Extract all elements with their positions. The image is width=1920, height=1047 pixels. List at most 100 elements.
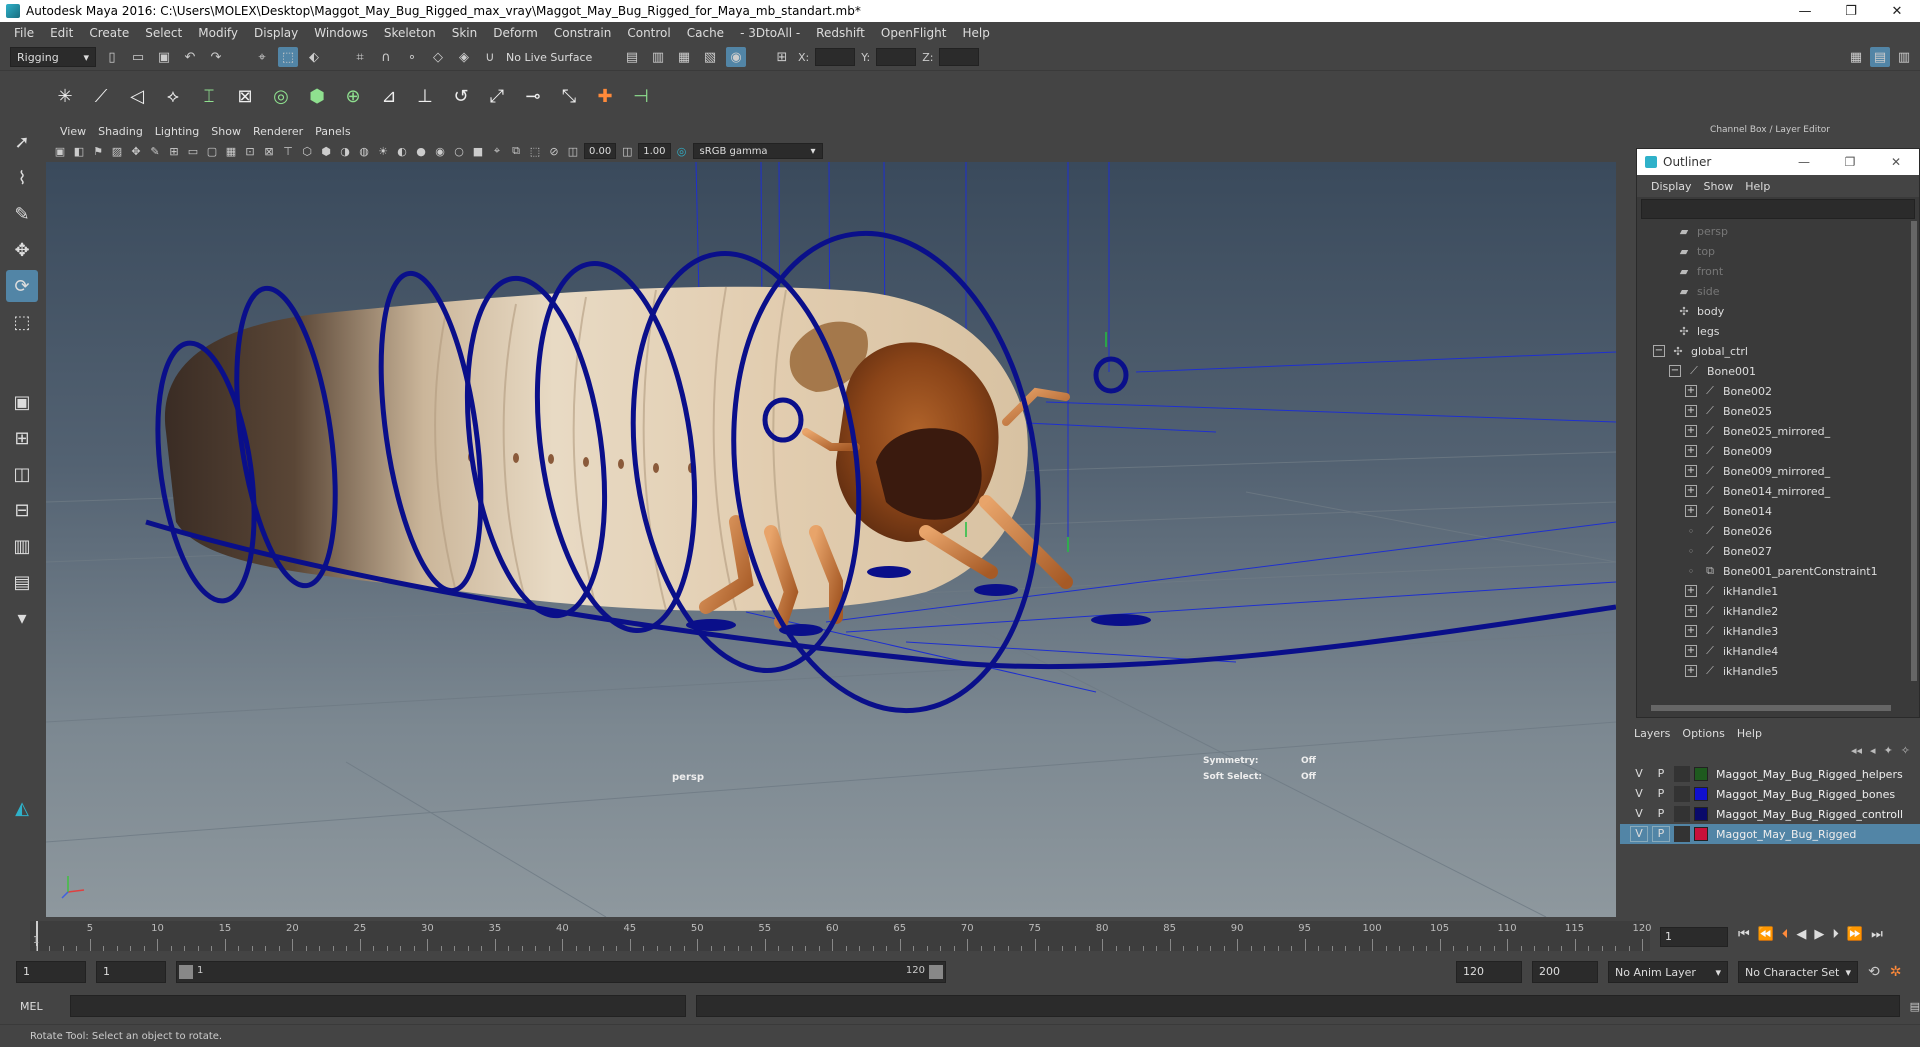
field-chart-icon[interactable]: ⊡ xyxy=(242,143,258,159)
persp-hypershade-icon[interactable]: ▤ xyxy=(6,566,38,598)
outliner-menu-show[interactable]: Show xyxy=(1698,180,1740,193)
grease-pencil-icon[interactable]: ✎ xyxy=(147,143,163,159)
layer-color-swatch[interactable] xyxy=(1694,827,1708,841)
wireframe-icon[interactable]: ⬡ xyxy=(299,143,315,159)
xray-joints-icon[interactable]: ⬚ xyxy=(527,143,543,159)
bookmark-icon[interactable]: ⚑ xyxy=(90,143,106,159)
more-layouts-icon[interactable]: ▾ xyxy=(6,602,38,634)
menu-file[interactable]: File xyxy=(6,26,42,40)
menu-deform[interactable]: Deform xyxy=(485,26,546,40)
two-d-pan-icon[interactable]: ✥ xyxy=(128,143,144,159)
render-settings-icon[interactable]: ▧ xyxy=(700,47,720,67)
channel-box-icon[interactable]: ▤ xyxy=(1870,47,1890,67)
safe-action-icon[interactable]: ⊠ xyxy=(261,143,277,159)
grid-icon[interactable]: ⊞ xyxy=(166,143,182,159)
expand-icon[interactable]: + xyxy=(1685,465,1697,477)
expand-icon[interactable]: + xyxy=(1685,425,1697,437)
expand-icon[interactable]: + xyxy=(1685,605,1697,617)
outliner-item[interactable]: + ⟋ ikHandle3 xyxy=(1637,621,1909,641)
expand-icon[interactable]: + xyxy=(1685,585,1697,597)
snap-view-icon[interactable]: ◇ xyxy=(428,47,448,67)
side-by-side-icon[interactable]: ◫ xyxy=(6,458,38,490)
go-to-end-icon[interactable]: ⏭ xyxy=(1871,927,1883,942)
outliner-item[interactable]: + ⟋ Bone025_mirrored_ xyxy=(1637,421,1909,441)
textured-icon[interactable]: ◍ xyxy=(356,143,372,159)
outliner-horizontal-scrollbar[interactable] xyxy=(1641,703,1905,713)
outliner-item[interactable]: ◦ ⟋ Bone026 xyxy=(1637,521,1909,541)
select-component-icon[interactable]: ⬖ xyxy=(304,47,324,67)
layer-row[interactable]: V P Maggot_May_Bug_Rigged_controll xyxy=(1620,804,1920,824)
play-backwards-icon[interactable]: ◀ xyxy=(1796,927,1806,942)
expand-icon[interactable]: + xyxy=(1685,625,1697,637)
x-field[interactable] xyxy=(815,48,856,66)
bind-skin-icon[interactable]: ⊠ xyxy=(230,81,260,113)
move-layer-down-icon[interactable]: ◂ xyxy=(1870,744,1876,764)
ambient-occlusion-icon[interactable]: ● xyxy=(413,143,429,159)
animation-end-field[interactable]: 200 xyxy=(1532,961,1598,983)
layer-display-type-toggle[interactable] xyxy=(1674,806,1690,822)
outliner-item[interactable]: + ⟋ Bone014 xyxy=(1637,501,1909,521)
color-management-icon[interactable]: ◎ xyxy=(674,143,690,159)
live-surface-icon[interactable]: ∪ xyxy=(480,47,500,67)
outliner-item[interactable]: + ⟋ ikHandle2 xyxy=(1637,601,1909,621)
script-editor-icon[interactable]: ▤ xyxy=(1910,1000,1920,1013)
gamma-icon[interactable]: ◫ xyxy=(619,143,635,159)
single-view-icon[interactable]: ▣ xyxy=(6,386,38,418)
select-tool-icon[interactable]: ➚ xyxy=(6,126,38,158)
viewport-menu-lighting[interactable]: Lighting xyxy=(149,125,205,138)
paint-select-icon[interactable]: ✎ xyxy=(6,198,38,230)
outliner-item[interactable]: + ⟋ ikHandle1 xyxy=(1637,581,1909,601)
snap-point-icon[interactable]: ∘ xyxy=(402,47,422,67)
redo-icon[interactable]: ↷ xyxy=(206,47,226,67)
menuset-dropdown[interactable]: Rigging ▾ xyxy=(10,47,96,67)
outliner-vertical-scrollbar[interactable] xyxy=(1909,221,1919,691)
step-forward-key-icon[interactable]: ⏵ xyxy=(1832,927,1839,942)
range-bar[interactable]: 1 120 xyxy=(176,961,946,983)
camera-attr-icon[interactable]: ◧ xyxy=(71,143,87,159)
outliner-item[interactable]: + ⟋ Bone009_mirrored_ xyxy=(1637,461,1909,481)
outliner-item[interactable]: − ✣ global_ctrl xyxy=(1637,341,1909,361)
menu-create[interactable]: Create xyxy=(81,26,137,40)
view-transform-dropdown[interactable]: sRGB gamma ▾ xyxy=(692,143,823,159)
render-view-icon[interactable]: ▤ xyxy=(622,47,642,67)
menu-help[interactable]: Help xyxy=(954,26,997,40)
locator-icon[interactable]: ⌶ xyxy=(194,81,224,113)
joint-tool-icon[interactable]: ✳ xyxy=(50,81,80,113)
exposure-field[interactable]: 0.00 xyxy=(584,143,617,159)
step-forward-icon[interactable]: ⏩ xyxy=(1847,927,1863,942)
outliner-menu-display[interactable]: Display xyxy=(1645,180,1698,193)
orient-constraint-icon[interactable]: ↺ xyxy=(446,81,476,113)
anti-aliasing-icon[interactable]: ○ xyxy=(451,143,467,159)
point-constraint-icon[interactable]: ⊥ xyxy=(410,81,440,113)
character-set-dropdown[interactable]: No Character Set ▾ xyxy=(1738,961,1858,983)
outliner-item[interactable]: ▰ side xyxy=(1637,281,1909,301)
outliner-item[interactable]: ▰ front xyxy=(1637,261,1909,281)
open-scene-icon[interactable]: ▭ xyxy=(128,47,148,67)
expand-icon[interactable]: + xyxy=(1685,505,1697,517)
outliner-item[interactable]: + ⟋ ikHandle4 xyxy=(1637,641,1909,661)
menu-display[interactable]: Display xyxy=(246,26,306,40)
minimize-button[interactable]: — xyxy=(1782,4,1828,19)
select-hierarchy-icon[interactable]: ⌖ xyxy=(252,47,272,67)
pole-vector-icon[interactable]: ⤡ xyxy=(554,81,584,113)
render-frame-icon[interactable]: ▥ xyxy=(648,47,668,67)
scroll-thumb[interactable] xyxy=(1911,221,1917,681)
expand-icon[interactable]: + xyxy=(1685,665,1697,677)
layer-display-type-toggle[interactable] xyxy=(1674,786,1690,802)
layer-visibility-toggle[interactable]: V xyxy=(1630,806,1648,822)
isolate-select-icon[interactable]: ⌖ xyxy=(489,143,505,159)
hypershade-icon[interactable]: ◉ xyxy=(726,47,746,67)
lights-icon[interactable]: ☀ xyxy=(375,143,391,159)
layer-visibility-toggle[interactable]: V xyxy=(1630,766,1648,782)
live-surface-label[interactable]: No Live Surface xyxy=(506,51,596,64)
insert-joint-icon[interactable]: ⟋ xyxy=(86,81,116,113)
viewport-menu-view[interactable]: View xyxy=(54,125,92,138)
layer-playback-toggle[interactable]: P xyxy=(1652,766,1670,782)
camera-select-icon[interactable]: ▣ xyxy=(52,143,68,159)
rotate-tool-icon[interactable]: ⟳ xyxy=(6,270,38,302)
persp-outliner-icon[interactable]: ⊟ xyxy=(6,494,38,526)
layers-menu-options[interactable]: Options xyxy=(1676,727,1730,740)
menu-redshift[interactable]: Redshift xyxy=(808,26,873,40)
outliner-item[interactable]: + ⟋ Bone009 xyxy=(1637,441,1909,461)
expand-icon[interactable]: + xyxy=(1685,445,1697,457)
